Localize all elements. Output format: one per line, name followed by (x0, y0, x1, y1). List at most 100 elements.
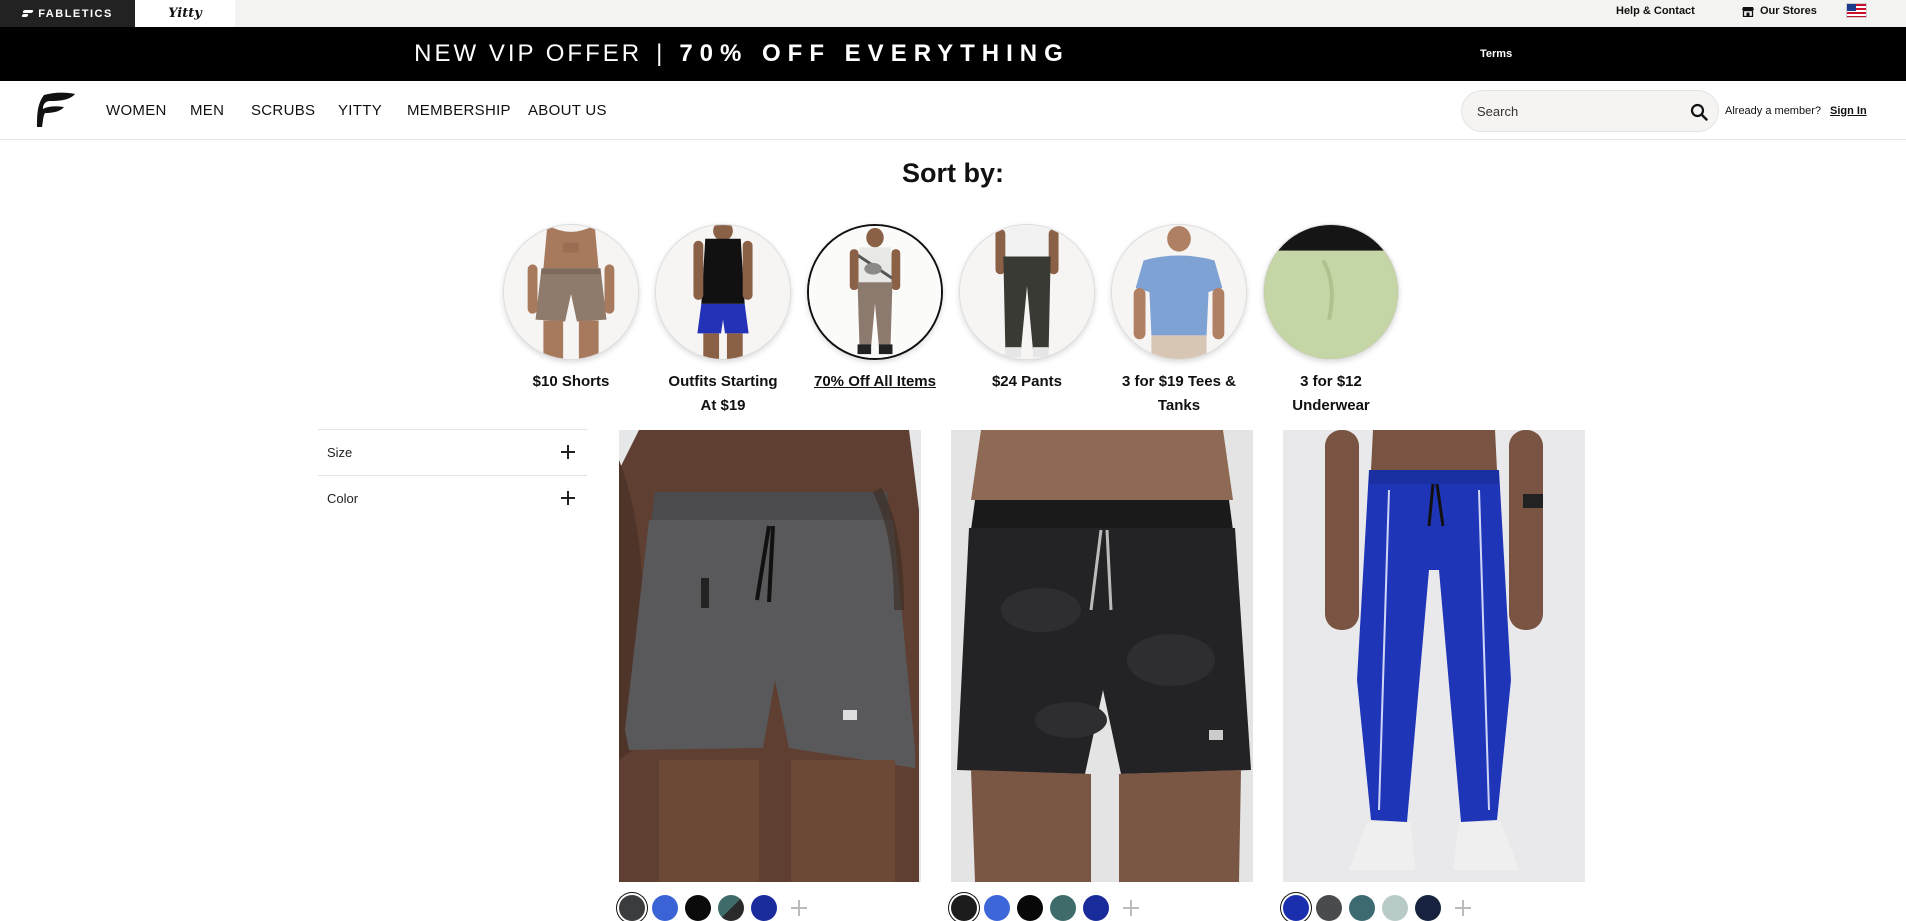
sort-by-title: Sort by: (901, 158, 1004, 188)
color-swatch[interactable] (718, 895, 744, 921)
sort-option-label-line1: $10 Shorts (532, 373, 610, 390)
color-swatches (1283, 895, 1585, 921)
search-input[interactable] (1477, 103, 1677, 119)
our-stores-label: Our Stores (1760, 5, 1817, 17)
product-image[interactable] (619, 430, 921, 882)
promo-message: NEW VIP OFFER | 70% OFF EVERYTHING (0, 27, 1484, 81)
sort-option-label-line2: Underwear (1292, 397, 1370, 414)
sort-option-label[interactable]: $24 Pants (952, 370, 1102, 394)
product-card[interactable] (951, 430, 1253, 921)
plus-icon[interactable] (561, 491, 575, 505)
plus-icon[interactable] (561, 445, 575, 459)
product-card[interactable] (619, 430, 921, 921)
fabletics-brand-tab[interactable]: FABLETICS (0, 0, 135, 27)
sort-option-underwear[interactable]: 3 for $12 Underwear (1256, 224, 1406, 418)
promo-separator: | (656, 40, 666, 67)
product-card[interactable] (1283, 430, 1585, 921)
sort-option-10-shorts[interactable]: $10 Shorts (496, 224, 646, 394)
sort-option-label[interactable]: Outfits Starting At $19 (648, 370, 798, 418)
already-member-text: Already a member? (1725, 104, 1821, 117)
product-image[interactable] (1283, 430, 1585, 882)
sort-option-label-line2: At $19 (700, 397, 746, 414)
color-swatch[interactable] (1316, 895, 1342, 921)
sort-option-tees-tanks[interactable]: 3 for $19 Tees & Tanks (1104, 224, 1254, 418)
search-icon[interactable] (1690, 103, 1708, 121)
fabletics-logo-icon (22, 9, 34, 19)
color-swatch[interactable] (751, 895, 777, 921)
sort-option-label[interactable]: 3 for $19 Tees & Tanks (1104, 370, 1254, 418)
fabletics-brand-label: FABLETICS (38, 7, 113, 20)
main-nav: WOMEN MEN SCRUBS YITTY MEMBERSHIP ABOUT … (0, 81, 1906, 140)
model-joggers-image (809, 226, 941, 358)
promo-banner[interactable]: NEW VIP OFFER | 70% OFF EVERYTHING Terms (0, 27, 1906, 81)
color-swatch[interactable] (951, 895, 977, 921)
color-swatch[interactable] (1083, 895, 1109, 921)
nav-item-yitty[interactable]: YITTY (338, 81, 382, 140)
color-swatch[interactable] (1050, 895, 1076, 921)
color-swatch[interactable] (619, 895, 645, 921)
color-swatch[interactable] (1283, 895, 1309, 921)
sort-option-label[interactable]: $10 Shorts (496, 370, 646, 394)
nav-item-men[interactable]: MEN (190, 81, 224, 140)
filter-color-label: Color (327, 491, 359, 506)
color-swatch[interactable] (984, 895, 1010, 921)
search-box[interactable] (1461, 90, 1719, 132)
sort-option-image[interactable] (1111, 224, 1247, 360)
yitty-brand-tab[interactable]: Yitty (135, 0, 235, 27)
sort-option-image[interactable] (1263, 224, 1399, 360)
sign-in-link[interactable]: Sign In (1830, 81, 1867, 140)
sort-option-label-line2: Tanks (1157, 397, 1201, 414)
sort-option-image[interactable] (959, 224, 1095, 360)
more-colors-icon[interactable] (790, 899, 808, 917)
nav-item-about-us[interactable]: ABOUT US (528, 81, 607, 140)
yitty-brand-label: Yitty (168, 6, 202, 21)
color-swatches (951, 895, 1253, 921)
filter-color[interactable]: Color (318, 475, 587, 521)
nav-item-membership[interactable]: MEMBERSHIP (407, 81, 511, 140)
promo-discount-label: 70% OFF EVERYTHING (679, 40, 1070, 67)
nav-item-scrubs[interactable]: SCRUBS (251, 81, 315, 140)
sort-option-outfits[interactable]: Outfits Starting At $19 (648, 224, 798, 418)
sort-option-label-line1: 3 for $12 (1300, 373, 1362, 390)
us-flag-icon[interactable] (1846, 3, 1867, 18)
black-camo-shorts-image (951, 430, 1253, 882)
our-stores-link[interactable]: Our Stores (1742, 0, 1817, 22)
color-swatches (619, 895, 921, 921)
color-swatch[interactable] (1415, 895, 1441, 921)
more-colors-icon[interactable] (1454, 899, 1472, 917)
filter-size-label: Size (327, 445, 353, 460)
color-swatch[interactable] (1349, 895, 1375, 921)
sort-option-label[interactable]: 3 for $12 Underwear (1256, 370, 1406, 418)
filter-size[interactable]: Size (318, 429, 587, 475)
fabletics-logo-icon[interactable] (36, 92, 76, 128)
blue-joggers-image (1283, 430, 1585, 882)
sort-option-label-line1: Outfits Starting (668, 373, 778, 390)
model-shorts-image (504, 225, 638, 359)
sort-option-label-line1: 70% Off All Items (814, 373, 936, 390)
sort-option-label[interactable]: 70% Off All Items (800, 370, 950, 394)
color-swatch[interactable] (1382, 895, 1408, 921)
nav-item-women[interactable]: WOMEN (106, 81, 167, 140)
model-tee-image (1112, 225, 1246, 359)
sort-option-image[interactable] (655, 224, 791, 360)
color-swatch[interactable] (652, 895, 678, 921)
utility-bar: FABLETICS Yitty Help & Contact Our Store… (0, 0, 1906, 27)
gray-shorts-image (619, 430, 921, 882)
model-outfit-image (656, 225, 790, 359)
color-swatch[interactable] (1017, 895, 1043, 921)
sort-option-70-off[interactable]: 70% Off All Items (800, 224, 950, 394)
sort-option-label-line1: 3 for $19 Tees & (1122, 373, 1236, 390)
sort-option-label-line1: $24 Pants (991, 373, 1063, 390)
promo-offer-label: NEW VIP OFFER (414, 40, 643, 67)
model-pants-image (960, 225, 1094, 359)
terms-link[interactable]: Terms (1480, 27, 1512, 81)
sort-option-image[interactable] (807, 224, 943, 360)
help-contact-link[interactable]: Help & Contact (1616, 0, 1695, 22)
color-swatch[interactable] (685, 895, 711, 921)
sort-option-image[interactable] (503, 224, 639, 360)
model-underwear-image (1264, 225, 1398, 359)
more-colors-icon[interactable] (1122, 899, 1140, 917)
store-icon (1742, 6, 1754, 17)
product-image[interactable] (951, 430, 1253, 882)
sort-option-24-pants[interactable]: $24 Pants (952, 224, 1102, 394)
